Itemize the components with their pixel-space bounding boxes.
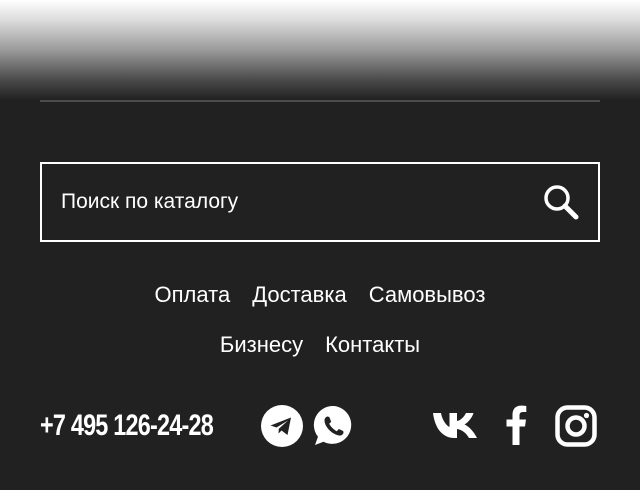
telegram-icon xyxy=(261,405,303,447)
telegram-button[interactable] xyxy=(261,405,303,447)
nav-link-delivery[interactable]: Доставка xyxy=(252,282,346,308)
instagram-button[interactable] xyxy=(555,405,597,447)
search-icon xyxy=(544,185,579,220)
search-button[interactable] xyxy=(540,181,582,223)
nav-link-contacts[interactable]: Контакты xyxy=(325,332,420,358)
footer-divider xyxy=(40,100,600,102)
search-input[interactable] xyxy=(42,164,512,240)
facebook-icon xyxy=(506,405,527,445)
instagram-icon xyxy=(555,405,597,447)
vk-icon xyxy=(433,413,477,438)
phone-number[interactable]: +7 495 126-24-28 xyxy=(40,404,214,448)
footer-nav-row-2: Бизнесу Контакты xyxy=(0,332,640,358)
whatsapp-icon xyxy=(313,405,352,445)
facebook-button[interactable] xyxy=(502,404,530,446)
nav-link-business[interactable]: Бизнесу xyxy=(220,332,303,358)
nav-link-pickup[interactable]: Самовывоз xyxy=(369,282,486,308)
vk-button[interactable] xyxy=(432,408,480,442)
catalog-search-box xyxy=(40,162,600,242)
top-fade-overlay xyxy=(0,0,640,100)
nav-link-payment[interactable]: Оплата xyxy=(155,282,231,308)
footer-nav-row-1: Оплата Доставка Самовывоз xyxy=(0,282,640,308)
whatsapp-button[interactable] xyxy=(312,404,356,448)
